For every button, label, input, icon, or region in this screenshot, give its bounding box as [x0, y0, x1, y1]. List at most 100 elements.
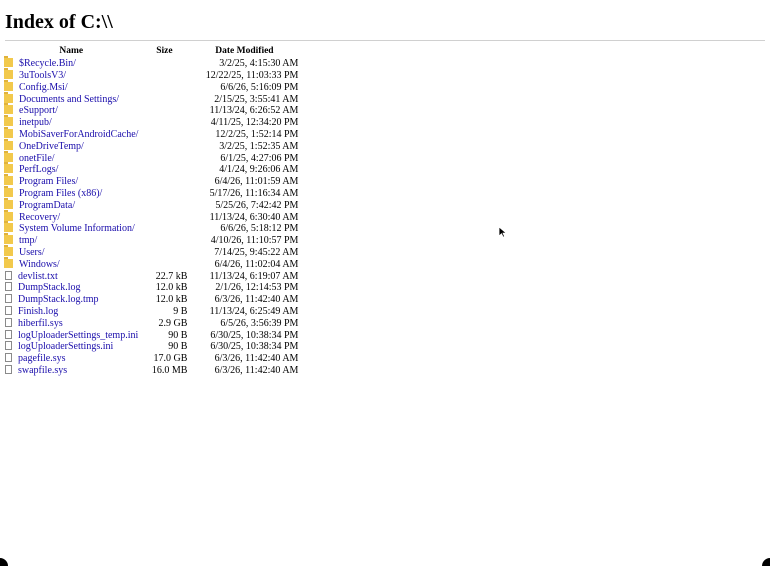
- cell-size: [138, 259, 190, 271]
- table-row: onetFile/6/1/25, 4:27:06 PM: [4, 150, 299, 165]
- folder-icon: [4, 162, 13, 174]
- file-link[interactable]: pagefile.sys: [18, 353, 66, 364]
- folder-icon: [4, 68, 13, 80]
- table-row: eSupport/11/13/24, 6:26:52 AM: [4, 103, 298, 117]
- cell-name: logUploaderSettings_temp.ini: [4, 329, 138, 342]
- cell-size: 12.0 kB: [155, 282, 188, 294]
- cell-name: Program Files (x86)/: [4, 186, 138, 200]
- folder-link[interactable]: Program Files/: [19, 176, 78, 187]
- cell-date-modified: 6/3/26, 11:42:40 AM: [214, 353, 299, 365]
- folder-icon: [4, 115, 13, 127]
- table-row: DumpStack.log.tmp 12.0 kB 6/3/26, 11:42:40…: [4, 294, 298, 306]
- cell-date-modified: 4/10/26, 11:10:57 PM: [210, 235, 299, 247]
- cell-size: [138, 129, 190, 141]
- table-row: Program Files (x86)/ 5/17/26, 11:16:34 AM: [4, 186, 298, 200]
- cell-date-modified: 6/3/26, 11:42:40 AM: [214, 294, 299, 306]
- column-header-name[interactable]: Name: [4, 46, 138, 58]
- cell-size: 90 B: [168, 341, 188, 353]
- folder-icon: [4, 91, 13, 103]
- mouse-pointer-icon: [498, 226, 508, 238]
- table-row: Finish.log 9 B 11/13/24, 6:25:49 AM: [4, 306, 298, 318]
- cell-size: [138, 176, 190, 188]
- cell-size: [138, 58, 190, 70]
- folder-link[interactable]: 3uToolsV3/: [19, 70, 66, 81]
- cell-date-modified: 2/1/26, 12:14:53 PM: [215, 282, 299, 294]
- cell-date-modified: 7/14/25, 9:45:22 AM: [214, 247, 299, 259]
- folder-link[interactable]: MobiSaverForAndroidCache/: [19, 129, 138, 140]
- cell-date-modified: 12/2/25, 1:52:14 PM: [215, 129, 299, 141]
- cell-name: Documents and Settings/: [4, 91, 138, 106]
- folder-icon: [4, 174, 13, 186]
- folder-link[interactable]: Config.Msi/: [19, 82, 68, 93]
- cell-name: devlist.txt: [4, 270, 138, 283]
- cell-name: Config.Msi/: [4, 79, 138, 94]
- window-corner-left: [0, 558, 8, 566]
- folder-link[interactable]: $Recycle.Bin/: [19, 58, 76, 69]
- file-icon: [5, 317, 12, 327]
- table-row: devlist.txt 22.7 kB 11/13/24, 6:19:07 AM: [4, 270, 298, 283]
- table-row: Users/7/14/25, 9:45:22 AM: [4, 245, 299, 259]
- folder-link[interactable]: Recovery/: [19, 212, 60, 223]
- folder-link[interactable]: Windows/: [19, 259, 60, 270]
- column-header-date-modified[interactable]: Date Modified: [190, 46, 298, 58]
- cell-date-modified: 6/4/26, 11:02:04 AM: [214, 258, 299, 270]
- cell-date-modified: 4/1/24, 9:26:06 AM: [219, 164, 299, 176]
- folder-link[interactable]: Documents and Settings/: [19, 94, 119, 105]
- folder-icon: [4, 245, 13, 257]
- cell-size: 2.9 GB: [158, 317, 188, 329]
- table-row: DumpStack.log 12.0 kB 2/1/26, 12:14:53 PM: [4, 282, 298, 294]
- folder-link[interactable]: eSupport/: [19, 105, 58, 116]
- cell-date-modified: 2/15/25, 3:55:41 AM: [214, 93, 299, 105]
- cell-size: [138, 70, 190, 82]
- file-icon: [5, 341, 12, 351]
- cell-size: [138, 117, 190, 129]
- file-link[interactable]: Finish.log: [18, 306, 58, 317]
- file-link[interactable]: devlist.txt: [18, 271, 58, 282]
- file-link[interactable]: DumpStack.log.tmp: [18, 294, 99, 305]
- folder-link[interactable]: PerfLogs/: [19, 164, 58, 175]
- table-row: 3uToolsV3/12/22/25, 11:03:33 PM: [4, 68, 299, 82]
- cell-date-modified: 12/22/25, 11:03:33 PM: [205, 70, 299, 82]
- cell-size: [138, 200, 190, 212]
- folder-icon: [4, 79, 13, 91]
- folder-icon: [4, 221, 13, 233]
- cell-name: $Recycle.Bin/: [4, 56, 138, 70]
- folder-link[interactable]: ProgramData/: [19, 200, 75, 211]
- cell-date-modified: 6/3/26, 11:42:40 AM: [214, 365, 299, 377]
- file-listing-table: Name Size Date Modified $Recycle.Bin/3/2…: [4, 46, 298, 377]
- file-link[interactable]: logUploaderSettings.ini: [18, 341, 113, 352]
- cell-date-modified: 6/30/25, 10:38:34 PM: [210, 341, 299, 353]
- cell-date-modified: 6/6/26, 5:16:09 PM: [220, 81, 299, 93]
- cell-size: 16.0 MB: [151, 365, 188, 377]
- file-icon: [5, 329, 12, 339]
- folder-link[interactable]: Users/: [19, 247, 45, 258]
- cell-size: [138, 82, 190, 94]
- file-link[interactable]: logUploaderSettings_temp.ini: [18, 330, 138, 341]
- folder-link[interactable]: System Volume Information/: [19, 223, 135, 234]
- cell-date-modified: 6/1/25, 4:27:06 PM: [220, 152, 299, 164]
- folder-link[interactable]: onetFile/: [19, 153, 55, 164]
- file-link[interactable]: DumpStack.log: [18, 282, 81, 293]
- folder-icon: [4, 103, 13, 115]
- file-icon: [5, 294, 12, 304]
- file-icon: [5, 353, 12, 363]
- folder-link[interactable]: tmp/: [19, 235, 37, 246]
- table-row: swapfile.sys 16.0 MB 6/3/26, 11:42:40 AM: [4, 365, 298, 377]
- file-icon: [5, 282, 12, 292]
- table-row: Documents and Settings/2/15/25, 3:55:41 …: [4, 91, 299, 106]
- cell-size: [138, 141, 190, 153]
- folder-link[interactable]: Program Files (x86)/: [19, 188, 102, 199]
- cell-size: 22.7 kB: [155, 270, 188, 282]
- cell-size: 90 B: [168, 329, 188, 341]
- folder-link[interactable]: inetpub/: [19, 117, 52, 128]
- cell-date-modified: 6/5/26, 3:56:39 PM: [220, 317, 299, 329]
- column-header-size[interactable]: Size: [138, 46, 190, 58]
- header-divider: [5, 40, 765, 41]
- cell-size: [138, 105, 190, 117]
- file-link[interactable]: hiberfil.sys: [18, 318, 63, 329]
- cell-date-modified: 3/2/25, 4:15:30 AM: [219, 58, 299, 70]
- cell-name: System Volume Information/: [4, 221, 138, 235]
- file-link[interactable]: swapfile.sys: [18, 365, 67, 376]
- table-row: logUploaderSettings_temp.ini 90 B 6/30/25,…: [4, 329, 298, 342]
- folder-link[interactable]: OneDriveTemp/: [19, 141, 84, 152]
